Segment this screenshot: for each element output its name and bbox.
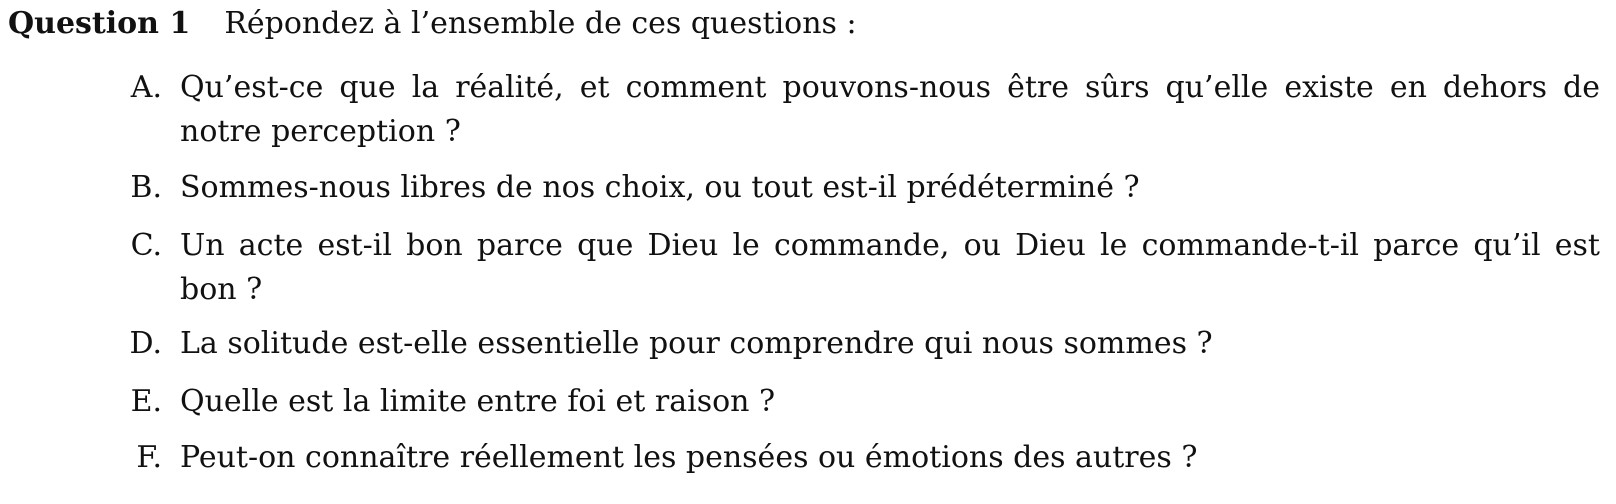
item-letter: D. xyxy=(129,326,162,361)
item-text: Sommes-nous libres de nos choix, ou tout… xyxy=(180,166,1600,210)
item-line: Un acte est-il bon parce que Dieu le com… xyxy=(180,228,1600,263)
item-line: Qu’est-ce que la réalité, et comment pou… xyxy=(180,70,1600,105)
item-line: bon ? xyxy=(180,272,263,307)
item-letter: E. xyxy=(130,384,162,419)
item-letter: F. xyxy=(136,440,162,475)
item-line: La solitude est-elle essentielle pour co… xyxy=(180,326,1213,361)
item-line: notre perception ? xyxy=(180,114,461,149)
item-text: Quelle est la limite entre foi et raison… xyxy=(180,380,1600,424)
item-text: Un acte est-il bon parce que Dieu le com… xyxy=(180,224,1600,312)
item-letter: C. xyxy=(130,228,162,263)
item-text: Peut-on connaître réellement les pensées… xyxy=(180,436,1600,480)
question-list: A. Qu’est-ce que la réalité, et comment … xyxy=(0,0,1616,504)
document-page: Question 1 Répondez à l’ensemble de ces q… xyxy=(0,0,1616,504)
item-line: Peut-on connaître réellement les pensées… xyxy=(180,440,1198,475)
item-text: La solitude est-elle essentielle pour co… xyxy=(180,322,1600,366)
item-text: Qu’est-ce que la réalité, et comment pou… xyxy=(180,66,1600,154)
item-line: Quelle est la limite entre foi et raison… xyxy=(180,384,776,419)
item-letter: A. xyxy=(130,70,162,105)
item-line: Sommes-nous libres de nos choix, ou tout… xyxy=(180,170,1140,205)
item-letter: B. xyxy=(130,170,162,205)
